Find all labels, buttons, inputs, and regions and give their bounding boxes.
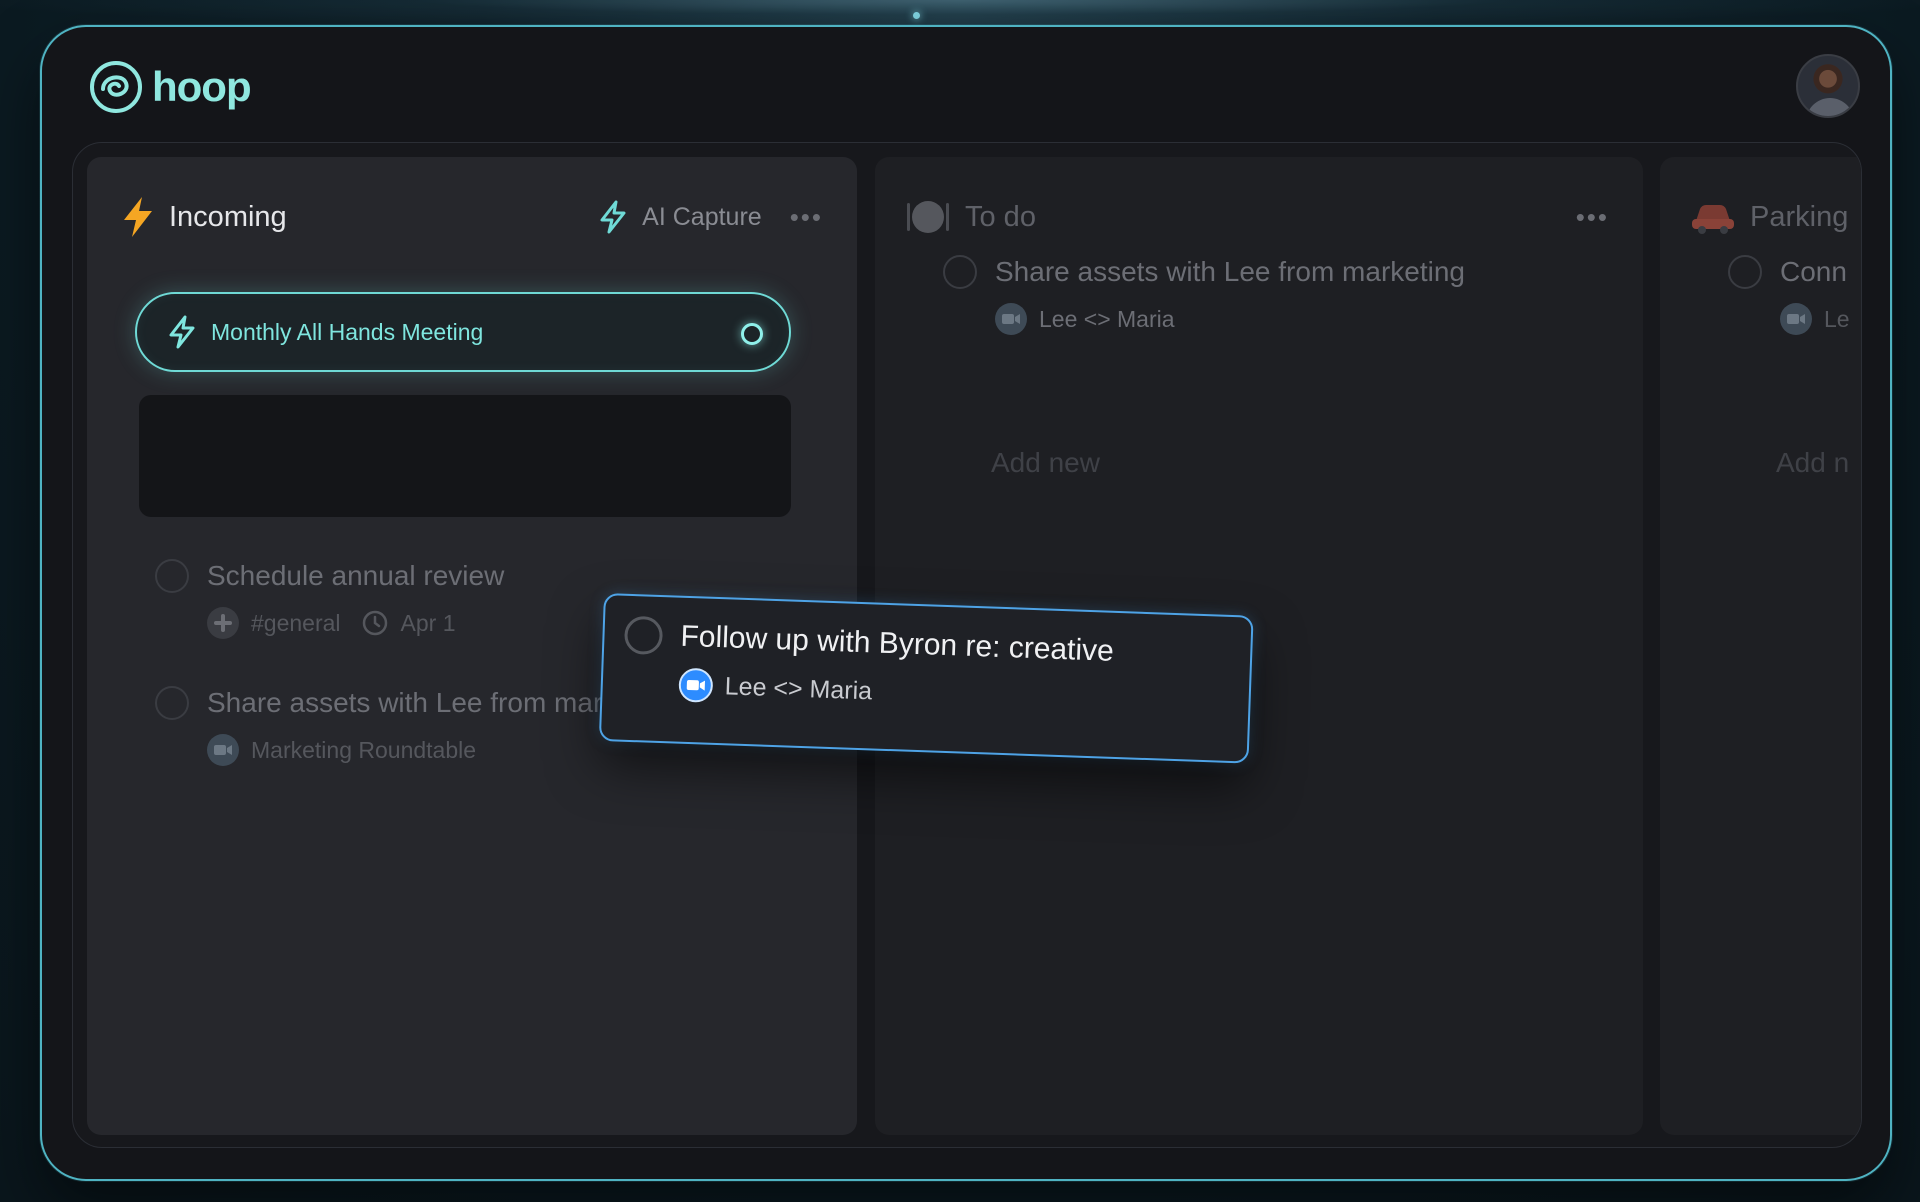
app-name: hoop	[152, 63, 252, 110]
task-checkbox[interactable]	[155, 686, 189, 720]
lightning-icon	[124, 197, 152, 237]
lightning-outline-icon	[169, 315, 195, 349]
slack-icon	[207, 607, 239, 639]
drop-placeholder	[139, 395, 791, 517]
column-title: Incoming	[169, 200, 287, 233]
zoom-icon	[207, 734, 239, 766]
task-card[interactable]: Share assets with Lee from marketing Lee…	[943, 255, 1465, 335]
hoop-logo-icon	[90, 61, 142, 113]
app-logo[interactable]: hoop	[88, 59, 252, 115]
top-glow	[0, 0, 1920, 26]
task-title: Follow up with Byron re: creative	[679, 619, 1115, 668]
column-header: Incoming AI Capture •••	[121, 195, 823, 239]
zoom-icon	[678, 667, 714, 703]
dragging-task-card[interactable]: Follow up with Byron re: creative Lee <>…	[598, 593, 1254, 764]
task-meeting: Marketing Roundtable	[251, 736, 477, 763]
ai-capture-pill[interactable]: Monthly All Hands Meeting	[135, 292, 791, 372]
task-checkbox[interactable]	[1728, 255, 1762, 289]
column-parking: Parking Conn Le Add n	[1660, 157, 1861, 1135]
column-more-icon[interactable]: •••	[1576, 204, 1609, 230]
task-date: Apr 1	[400, 609, 456, 636]
clock-icon	[362, 610, 387, 636]
kanban-board: Incoming AI Capture ••• Monthly All Hand…	[72, 142, 1862, 1148]
add-new-button[interactable]: Add new	[991, 447, 1100, 479]
task-checkbox[interactable]	[623, 615, 664, 656]
ai-capture-icon[interactable]	[598, 200, 628, 234]
zoom-icon	[1780, 303, 1812, 335]
task-card[interactable]: Schedule annual review #general Apr 1	[155, 559, 504, 639]
column-title: Parking	[1750, 200, 1849, 233]
plate-icon	[907, 201, 949, 233]
top-indicator-dot	[913, 12, 920, 19]
column-header: To do •••	[905, 195, 1609, 239]
capture-pill-label: Monthly All Hands Meeting	[211, 318, 484, 345]
task-checkbox[interactable]	[943, 255, 977, 289]
zoom-icon	[995, 303, 1027, 335]
user-avatar[interactable]	[1796, 54, 1860, 118]
task-title: Conn	[1780, 256, 1847, 287]
capture-status-indicator	[741, 323, 763, 345]
task-meeting: Lee <> Maria	[1039, 305, 1175, 332]
column-more-icon[interactable]: •••	[790, 204, 823, 230]
column-header: Parking	[1690, 195, 1861, 239]
column-title: To do	[965, 200, 1036, 233]
add-new-button[interactable]: Add n	[1776, 447, 1849, 479]
ai-capture-button[interactable]: AI Capture	[642, 203, 762, 232]
task-card[interactable]: Conn Le	[1728, 255, 1850, 335]
task-channel: #general	[251, 609, 341, 636]
task-checkbox[interactable]	[155, 559, 189, 593]
car-icon	[1692, 205, 1734, 234]
app-window: hoop Incoming AI Capture ••• Monthly All…	[40, 25, 1892, 1181]
task-meeting: Le	[1824, 305, 1850, 332]
task-title: Share assets with Lee from marketing	[995, 256, 1465, 287]
task-meeting: Lee <> Maria	[724, 671, 873, 705]
task-title: Schedule annual review	[207, 560, 505, 591]
